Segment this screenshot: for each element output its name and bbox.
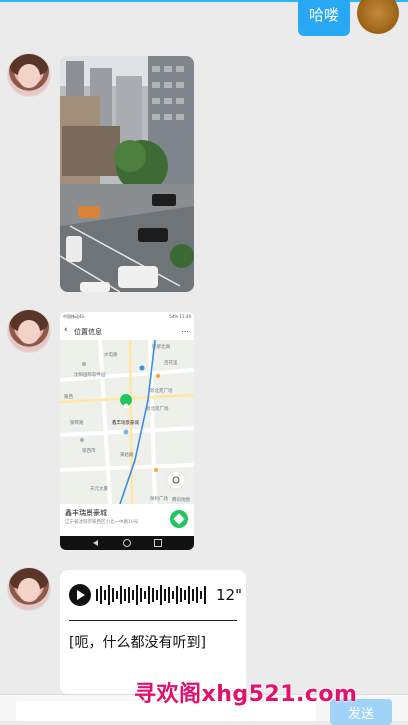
phone-nav-bar: [60, 536, 194, 550]
location-message-card[interactable]: 中国移动4G 54% 11:49 ‹ 位置信息 … 巴黎北湖 水电路 沈阳国际软…: [60, 312, 194, 550]
map-header: ‹ 位置信息 …: [60, 322, 194, 340]
map-label: 新北苑广场: [150, 387, 173, 394]
map-label: 钢琴路: [70, 419, 84, 426]
back-icon[interactable]: ‹: [64, 325, 68, 335]
street-photo-image: [60, 56, 194, 292]
map-label: 保利广场: [150, 495, 168, 502]
voice-duration: 12": [216, 586, 242, 604]
voice-divider: [69, 620, 237, 621]
map-view[interactable]: 巴黎北湖 水电路 沈阳国际软件园 陵西 百花里 新北苑广场 铁西市 鑫丰瑞景豪城…: [60, 340, 194, 504]
nav-home-icon: [123, 539, 131, 547]
navigate-icon[interactable]: [170, 510, 188, 528]
place-address: 辽宁省沈阳市铁西区小北一中路10号: [65, 520, 139, 525]
map-label: 腾讯地图: [172, 496, 190, 503]
contact-avatar[interactable]: [8, 54, 50, 96]
status-battery-time: 54% 11:49: [169, 314, 191, 319]
locate-me-icon: [166, 470, 186, 490]
waveform-icon: [96, 585, 206, 605]
photo-message[interactable]: [60, 56, 194, 292]
map-label: 鑫丰瑞景豪城: [112, 419, 139, 426]
map-label: 百花里: [164, 359, 178, 366]
place-name: 鑫丰瑞景豪城: [65, 509, 107, 517]
my-avatar[interactable]: [357, 0, 399, 34]
more-icon[interactable]: …: [181, 325, 189, 334]
nav-recent-icon: [154, 539, 162, 547]
map-label: 水电路: [104, 351, 118, 358]
voice-transcript: [呃，什么都没有听到]: [69, 635, 206, 651]
phone-status-bar: 中国移动4G 54% 11:49: [60, 312, 194, 322]
map-label: 黄姑路: [120, 451, 134, 458]
watermark-text: 寻欢阁xhg521.com: [134, 682, 358, 707]
status-carrier: 中国移动4G: [63, 314, 85, 319]
contact-avatar[interactable]: [8, 310, 50, 352]
map-label: 巴黎北湖: [152, 343, 170, 350]
contact-avatar[interactable]: [8, 568, 50, 610]
nav-back-icon: [93, 540, 98, 546]
sent-message-text: 哈喽: [308, 5, 339, 24]
place-info: 鑫丰瑞景豪城 辽宁省沈阳市铁西区小北一中路10号: [60, 504, 194, 536]
map-title: 位置信息: [74, 328, 102, 336]
sent-message-bubble[interactable]: 哈喽: [298, 0, 350, 36]
map-label: 陵西: [64, 393, 73, 400]
map-label: 铁西市: [82, 447, 96, 454]
map-label: 天元大厦: [90, 485, 108, 492]
map-label: 新北苑广场: [146, 405, 169, 412]
map-label: 沈阳国际软件园: [74, 371, 106, 378]
play-icon[interactable]: [69, 584, 91, 606]
